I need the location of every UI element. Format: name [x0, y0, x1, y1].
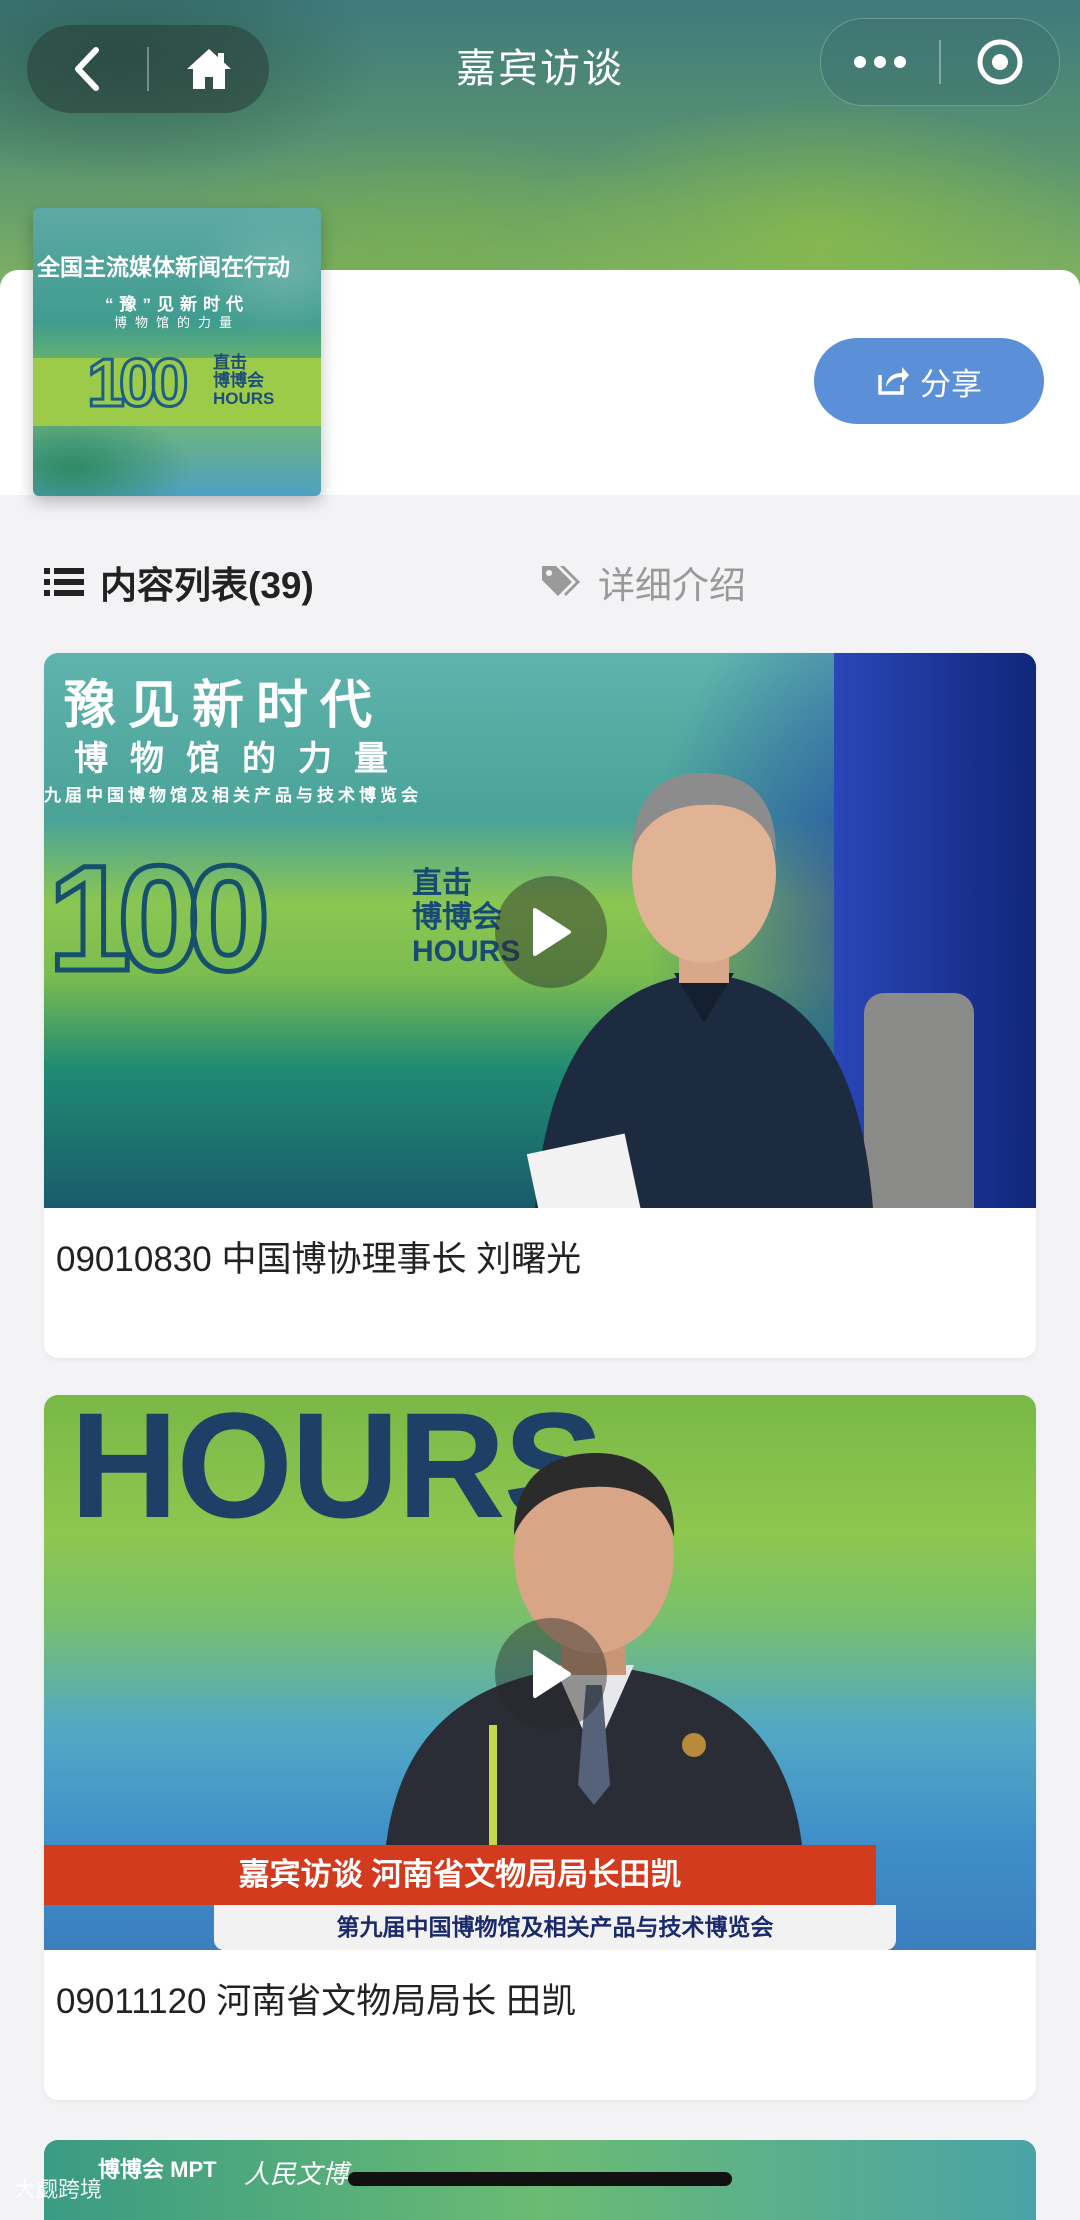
close-miniprogram-button[interactable]	[941, 19, 1059, 105]
share-label: 分享	[920, 366, 982, 402]
play-icon	[533, 1650, 571, 1698]
share-button[interactable]: 分享	[814, 338, 1044, 424]
cover-hours: HOURS	[213, 389, 275, 408]
cover-number: 100	[85, 344, 190, 423]
video-thumbnail[interactable]: HOURS 嘉宾访谈 河南省文物局局长田凯 第九届中国博物馆及相关产品与技术博览…	[44, 1395, 1036, 1950]
cover-title: 全国主流媒体新闻在行动	[37, 254, 290, 280]
thumbnail-subheadline: 博物馆的力量	[74, 740, 410, 778]
tab-content-list-label: 内容列表(39)	[100, 565, 314, 606]
play-icon	[533, 908, 571, 956]
video-title[interactable]: 09011120 河南省文物局局长 田凯	[56, 1973, 576, 2024]
tag-icon	[542, 566, 580, 596]
video-thumbnail[interactable]: 豫见新时代 博物馆的力量 九届中国博物馆及相关产品与技术博览会 100 直击 博…	[44, 653, 1036, 1208]
tab-content-list[interactable]: 内容列表(39)	[44, 555, 314, 609]
program-cover: 全国主流媒体新闻在行动 “豫”见新时代 博物馆的力量 100 直击 博博会 HO…	[33, 208, 321, 496]
caption-banner: 嘉宾访谈 河南省文物局局长田凯	[44, 1845, 876, 1905]
video-title[interactable]: 09010830 中国博协理事长 刘曙光	[56, 1231, 581, 1282]
thumbnail-logo-left: 博博会 MPT	[98, 2157, 217, 2182]
more-button[interactable]	[821, 19, 939, 105]
thumbnail-tagline: 九届中国博物馆及相关产品与技术博览会	[44, 786, 422, 805]
play-button[interactable]	[495, 1618, 607, 1730]
cover-side-text: 直击 博博会	[213, 353, 264, 390]
home-indicator[interactable]	[348, 2172, 732, 2186]
tab-detail-intro-label: 详细介绍	[598, 565, 746, 606]
list-icon	[44, 568, 84, 596]
video-card[interactable]: HOURS 嘉宾访谈 河南省文物局局长田凯 第九届中国博物馆及相关产品与技术博览…	[44, 1395, 1036, 2100]
share-icon	[878, 367, 909, 395]
nav-capsule-right	[820, 18, 1060, 106]
caption-subbanner: 第九届中国博物馆及相关产品与技术博览会	[214, 1905, 896, 1950]
play-button[interactable]	[495, 876, 607, 988]
watermark: 大觑跨境	[14, 2177, 103, 2202]
cover-tagline: 博物馆的力量	[113, 315, 240, 330]
thumbnail-headline: 豫见新时代	[64, 677, 385, 735]
content-tabs: 内容列表(39) 详细介绍	[44, 555, 1044, 607]
cover-side-label: 直击 博博会 HOURS	[213, 354, 274, 408]
target-icon	[977, 39, 1023, 85]
tab-detail-intro[interactable]: 详细介绍	[540, 555, 746, 609]
more-dots-icon	[854, 56, 906, 68]
thumbnail-number: 100	[45, 834, 272, 1002]
video-card[interactable]: 豫见新时代 博物馆的力量 九届中国博物馆及相关产品与技术博览会 100 直击 博…	[44, 653, 1036, 1358]
thumbnail-logo-right: 人民文博	[244, 2159, 349, 2189]
